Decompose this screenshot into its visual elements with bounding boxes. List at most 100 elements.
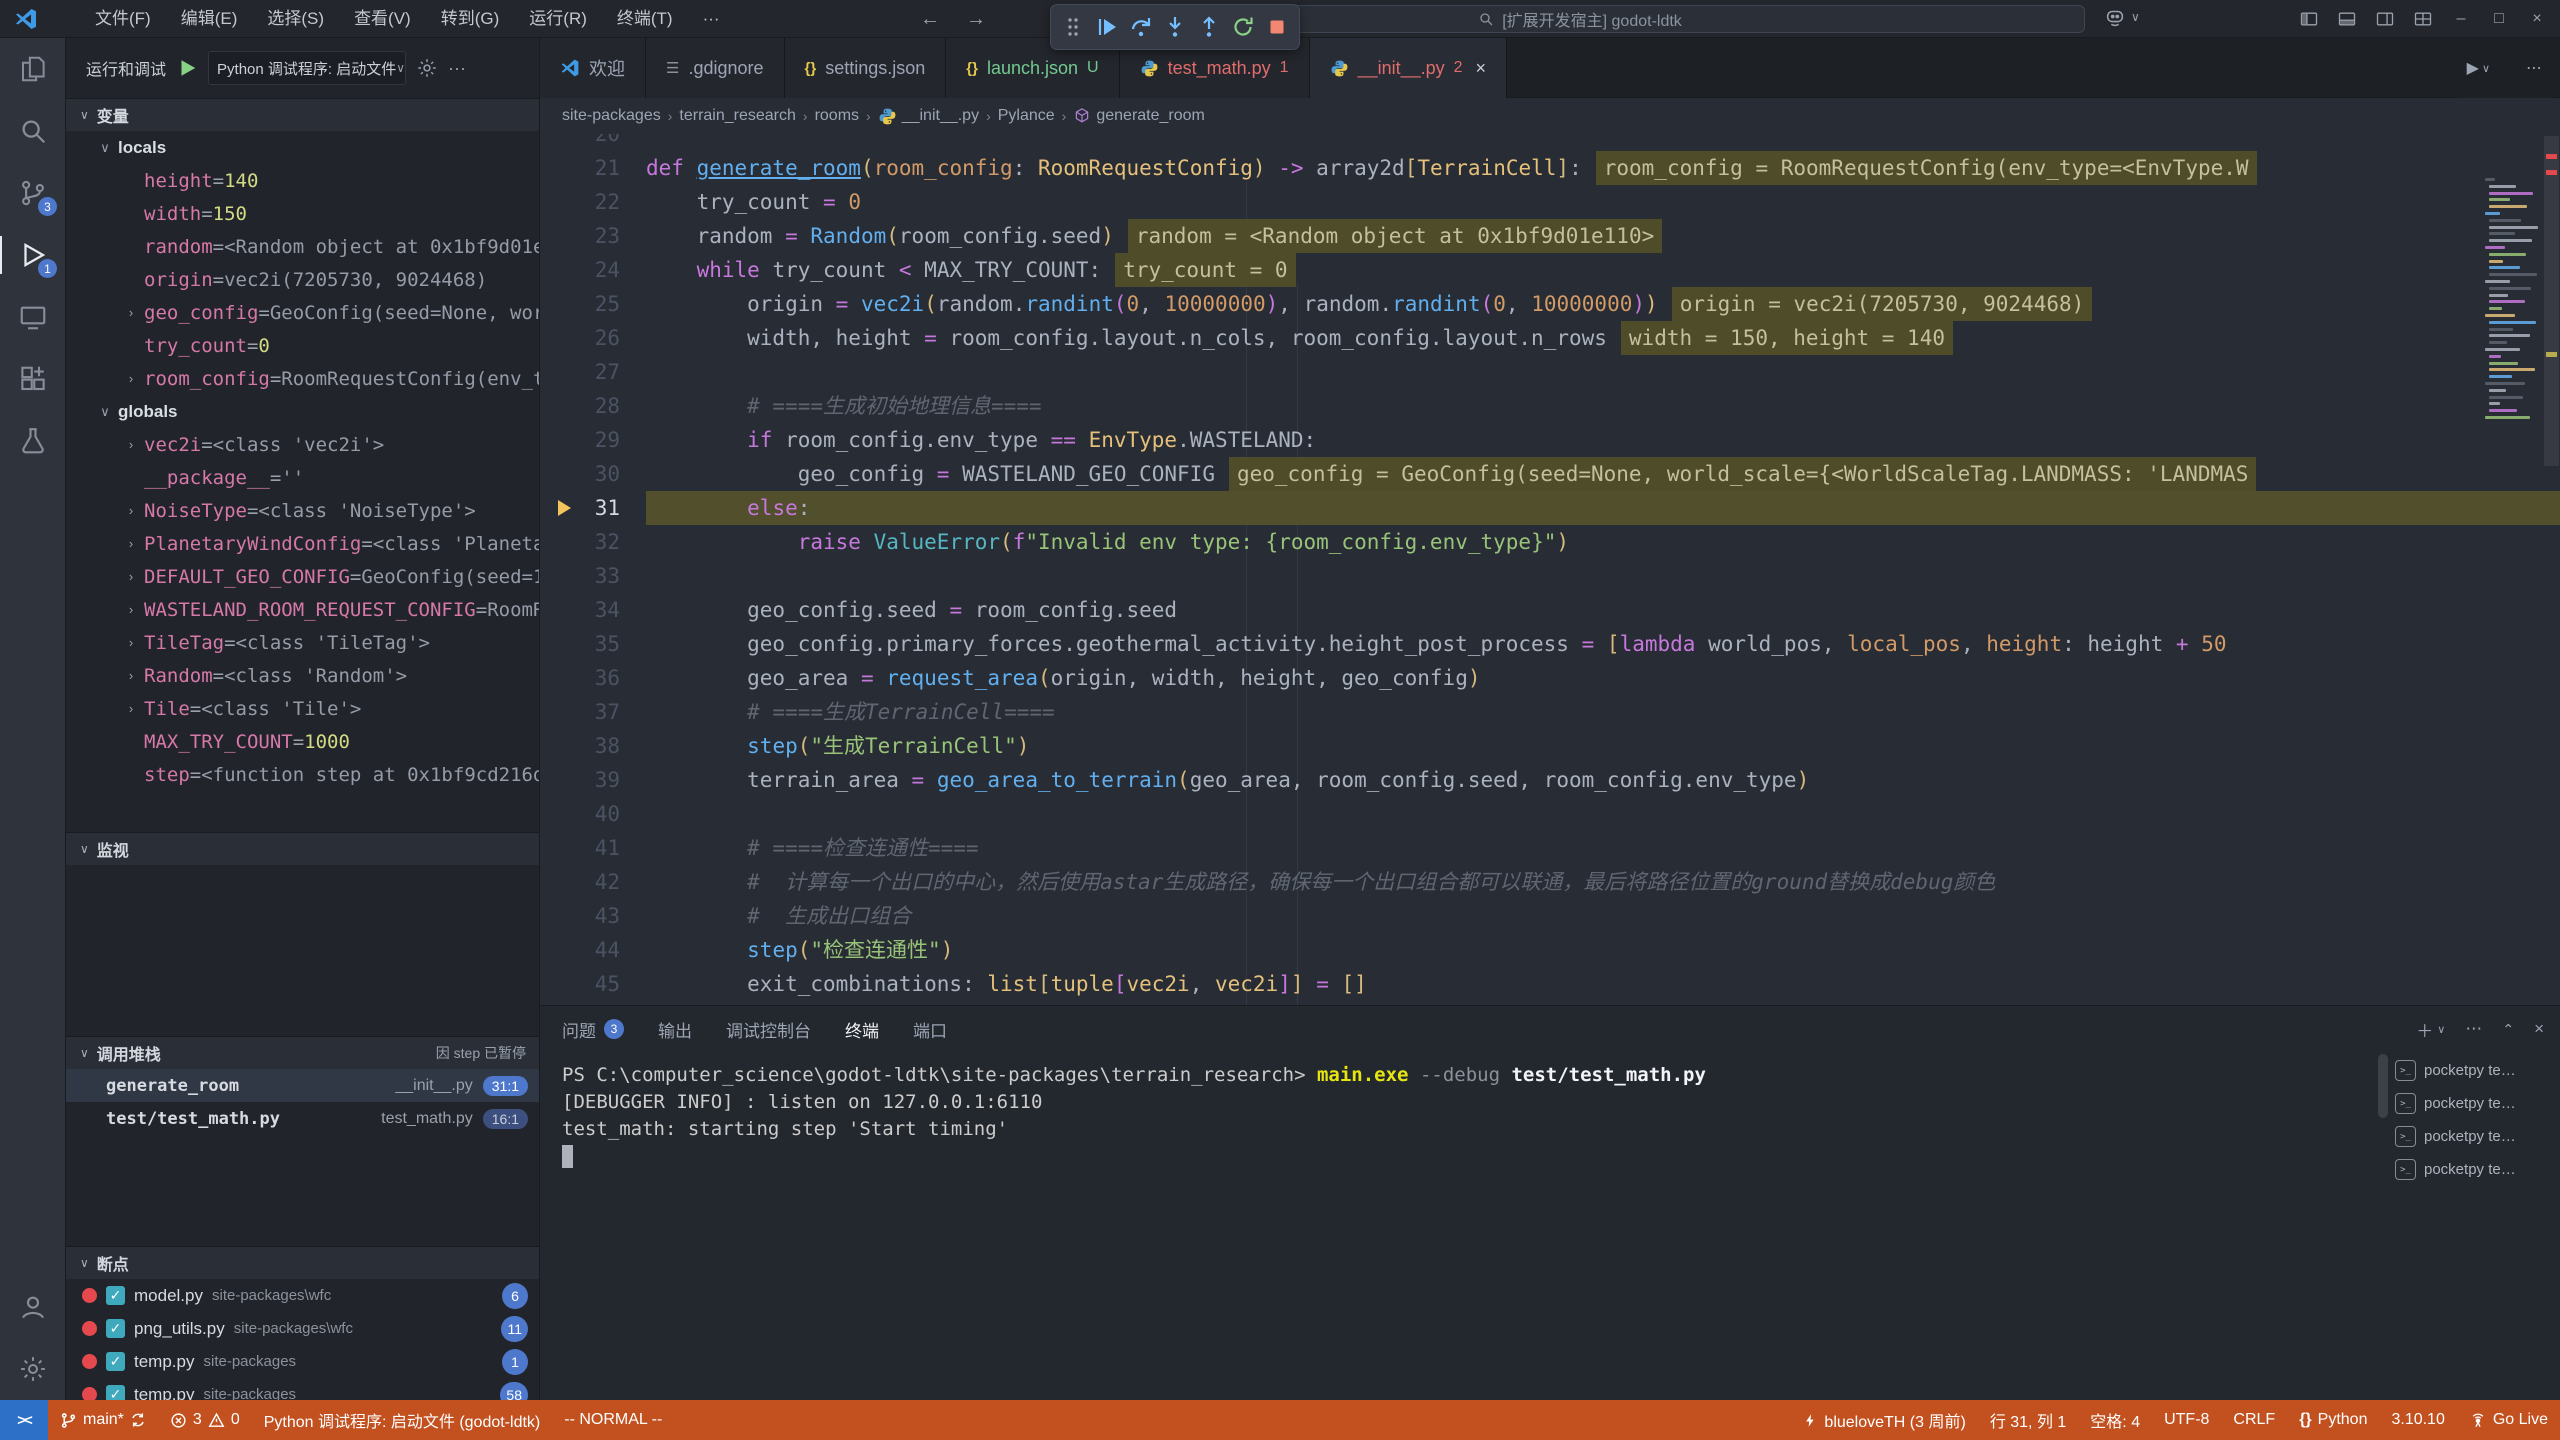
- variable-row[interactable]: height = 140: [66, 164, 539, 197]
- code-line-36[interactable]: 36 geo_area = request_area(origin, width…: [540, 661, 2560, 695]
- variable-row[interactable]: __package__ = '': [66, 461, 539, 494]
- code-line-20[interactable]: 20: [540, 134, 2560, 151]
- activitybar-testing[interactable]: [0, 410, 66, 472]
- terminal-instance[interactable]: >_pocketpy te…: [2395, 1054, 2555, 1087]
- close-icon[interactable]: ×: [1476, 58, 1487, 79]
- code-line-40[interactable]: 40: [540, 797, 2560, 831]
- status-cursor-position[interactable]: 行 31, 列 1: [1978, 1400, 2078, 1440]
- status-go-live[interactable]: Go Live: [2457, 1400, 2560, 1440]
- variable-row[interactable]: MAX_TRY_COUNT = 1000: [66, 725, 539, 758]
- status-indentation[interactable]: 空格: 4: [2078, 1400, 2152, 1440]
- status-eol[interactable]: CRLF: [2221, 1400, 2287, 1440]
- code-line-39[interactable]: 39 terrain_area = geo_area_to_terrain(ge…: [540, 763, 2560, 797]
- variable-row[interactable]: ›PlanetaryWindConfig = <class 'Planeta…: [66, 527, 539, 560]
- status-problems-indicator[interactable]: 30: [158, 1400, 252, 1440]
- variable-row[interactable]: ›room_config = RoomRequestConfig(env_t…: [66, 362, 539, 395]
- code-line-23[interactable]: 23 random = Random(room_config.seed)rand…: [540, 219, 2560, 253]
- code-line-29[interactable]: 29 if room_config.env_type == EnvType.WA…: [540, 423, 2560, 457]
- tree-group-globals[interactable]: ∨globals: [66, 395, 539, 428]
- more-actions-icon[interactable]: ⋯: [2526, 58, 2542, 78]
- minimap[interactable]: [2485, 178, 2543, 428]
- variable-row[interactable]: step = <function step at 0x1bf9cd216d: [66, 758, 539, 791]
- copilot-menu[interactable]: ∨: [2104, 6, 2140, 28]
- code-line-33[interactable]: 33: [540, 559, 2560, 593]
- variable-row[interactable]: try_count = 0: [66, 329, 539, 362]
- breadcrumb-item[interactable]: site-packages: [562, 107, 661, 125]
- status-branch-indicator[interactable]: main*: [48, 1400, 158, 1440]
- maximize-panel-icon[interactable]: ⌃: [2502, 1021, 2514, 1038]
- variable-row[interactable]: ›Random = <class 'Random'>: [66, 659, 539, 692]
- variable-row[interactable]: ›Tile = <class 'Tile'>: [66, 692, 539, 725]
- start-debug-icon[interactable]: [176, 57, 198, 79]
- stop-button[interactable]: [1261, 9, 1293, 45]
- breadcrumb-item[interactable]: Pylance: [998, 107, 1055, 125]
- back-icon[interactable]: ←: [920, 8, 940, 31]
- breakpoints-section-header[interactable]: ∨ 断点: [66, 1246, 540, 1279]
- variable-row[interactable]: ›NoiseType = <class 'NoiseType'>: [66, 494, 539, 527]
- panel-tab-终端[interactable]: 终端: [845, 1006, 879, 1052]
- code-line-35[interactable]: 35 geo_config.primary_forces.geothermal_…: [540, 627, 2560, 661]
- variables-section-header[interactable]: ∨ 变量: [66, 98, 539, 131]
- variable-row[interactable]: width = 150: [66, 197, 539, 230]
- activitybar-run-debug[interactable]: 1: [0, 224, 66, 286]
- step-into-button[interactable]: [1159, 9, 1191, 45]
- terminal-scrollbar[interactable]: [2378, 1054, 2388, 1118]
- code-editor[interactable]: 2021def generate_room(room_config: RoomR…: [540, 134, 2560, 1005]
- code-line-26[interactable]: 26 width, height = room_config.layout.n_…: [540, 321, 2560, 355]
- breakpoint-checkbox[interactable]: ✓: [106, 1286, 125, 1305]
- breakpoint-row[interactable]: ✓temp.pysite-packages58: [66, 1378, 540, 1400]
- code-line-24[interactable]: 24 while try_count < MAX_TRY_COUNT:try_c…: [540, 253, 2560, 287]
- menu-文件(F)[interactable]: 文件(F): [80, 0, 166, 38]
- variable-row[interactable]: random = <Random object at 0x1bf9d01e…: [66, 230, 539, 263]
- variable-row[interactable]: ›vec2i = <class 'vec2i'>: [66, 428, 539, 461]
- breadcrumb-item[interactable]: generate_room: [1073, 107, 1205, 125]
- more-actions-icon[interactable]: ⋯: [2465, 1019, 2482, 1039]
- panel-tab-端口[interactable]: 端口: [913, 1006, 947, 1052]
- customize-layout-icon[interactable]: [2406, 4, 2440, 34]
- menu-转到(G)[interactable]: 转到(G): [426, 0, 515, 38]
- step-over-button[interactable]: [1125, 9, 1157, 45]
- variable-row[interactable]: origin = vec2i(7205730, 9024468): [66, 263, 539, 296]
- tab-.gdignore[interactable]: ☰.gdignore: [646, 38, 785, 98]
- activitybar-explorer[interactable]: [0, 38, 66, 100]
- menu-终端(T)[interactable]: 终端(T): [602, 0, 688, 38]
- status-language-mode[interactable]: {}Python: [2287, 1400, 2379, 1440]
- toggle-panel-right-icon[interactable]: [2368, 4, 2402, 34]
- close-panel-icon[interactable]: ×: [2534, 1019, 2544, 1039]
- close-button[interactable]: ×: [2520, 4, 2554, 34]
- breadcrumb-item[interactable]: rooms: [815, 107, 859, 125]
- tab-settings.json[interactable]: {}settings.json: [785, 38, 947, 98]
- terminal-instance[interactable]: >_pocketpy te…: [2395, 1153, 2555, 1186]
- code-line-27[interactable]: 27: [540, 355, 2560, 389]
- remote-indicator[interactable]: ><: [0, 1400, 48, 1440]
- tab-__init__.py[interactable]: __init__.py2×: [1310, 38, 1508, 98]
- code-line-41[interactable]: 41 # ====检查连通性====: [540, 831, 2560, 865]
- stack-frame[interactable]: generate_room__init__.py31:1: [66, 1069, 540, 1102]
- menu-···[interactable]: ···: [688, 0, 735, 38]
- code-line-38[interactable]: 38 step("生成TerrainCell"): [540, 729, 2560, 763]
- menu-选择(S)[interactable]: 选择(S): [252, 0, 339, 38]
- gear-icon[interactable]: [416, 57, 438, 79]
- panel-tab-输出[interactable]: 输出: [658, 1006, 692, 1052]
- code-line-32[interactable]: 32 raise ValueError(f"Invalid env type: …: [540, 525, 2560, 559]
- breakpoint-row[interactable]: ✓model.pysite-packages\wfc6: [66, 1279, 540, 1312]
- step-out-button[interactable]: [1193, 9, 1225, 45]
- menu-运行(R)[interactable]: 运行(R): [514, 0, 602, 38]
- breakpoint-checkbox[interactable]: ✓: [106, 1385, 125, 1400]
- code-line-21[interactable]: 21def generate_room(room_config: RoomReq…: [540, 151, 2560, 185]
- code-line-34[interactable]: 34 geo_config.seed = room_config.seed: [540, 593, 2560, 627]
- code-line-28[interactable]: 28 # ====生成初始地理信息====: [540, 389, 2560, 423]
- activitybar-search[interactable]: [0, 100, 66, 162]
- status-git-author[interactable]: blueloveTH (3 周前): [1791, 1400, 1977, 1440]
- code-line-44[interactable]: 44 step("检查连通性"): [540, 933, 2560, 967]
- status-encoding[interactable]: UTF-8: [2152, 1400, 2221, 1440]
- code-line-37[interactable]: 37 # ====生成TerrainCell====: [540, 695, 2560, 729]
- variable-row[interactable]: ›TileTag = <class 'TileTag'>: [66, 626, 539, 659]
- toggle-panel-left-icon[interactable]: [2292, 4, 2326, 34]
- breakpoint-row[interactable]: ✓png_utils.pysite-packages\wfc11: [66, 1312, 540, 1345]
- menu-查看(V)[interactable]: 查看(V): [339, 0, 426, 38]
- terminal-instance[interactable]: >_pocketpy te…: [2395, 1087, 2555, 1120]
- activitybar-settings[interactable]: [0, 1338, 66, 1400]
- minimize-button[interactable]: –: [2444, 4, 2478, 34]
- status-python-version[interactable]: 3.10.10: [2379, 1400, 2456, 1440]
